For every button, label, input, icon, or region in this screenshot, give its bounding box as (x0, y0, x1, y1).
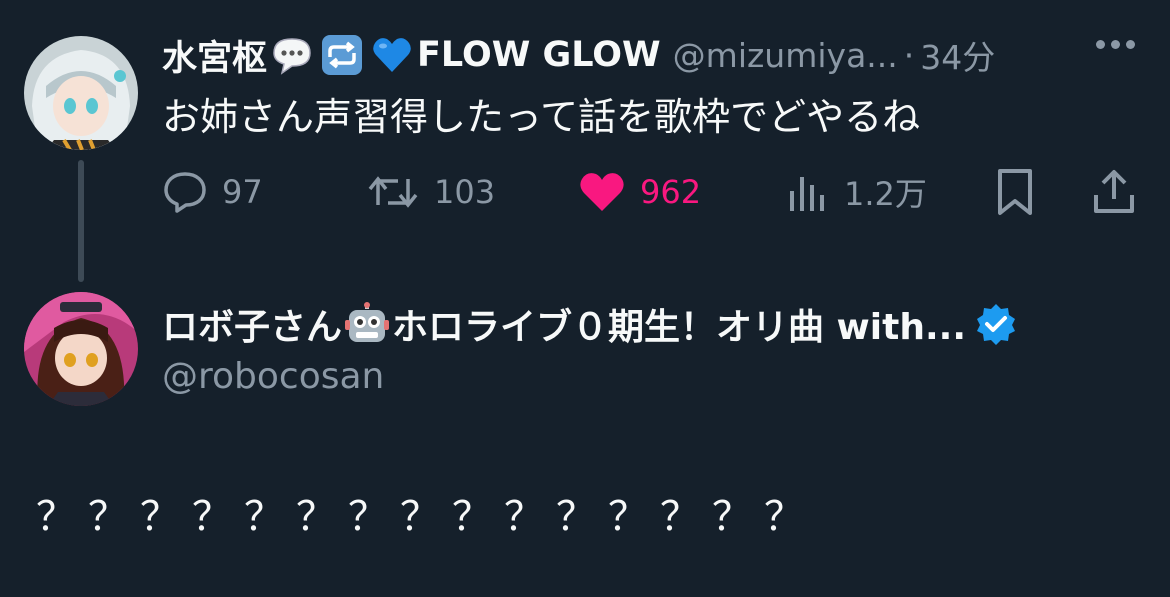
heart-icon (580, 173, 624, 211)
display-name-suffix[interactable]: FLOW GLOW (417, 35, 661, 75)
tweet-text: お姉さん声習得したって話を歌枠でどやるね (162, 95, 921, 139)
reply-icon (164, 172, 206, 213)
speech-bubble-emoji (273, 38, 311, 75)
bookmark-icon (998, 169, 1032, 215)
profile-header: ロボ子さん ホロライブ０期生！オリ曲 with... (162, 296, 1021, 352)
repeat-button-emoji (322, 35, 363, 75)
profile-display-name[interactable]: ロボ子さん (162, 298, 342, 350)
verified-badge-icon (977, 304, 1016, 345)
avatar[interactable] (24, 36, 138, 150)
retweet-icon (368, 176, 418, 208)
blue-heart-emoji (373, 38, 411, 72)
timestamp[interactable]: 34分 (920, 31, 995, 79)
retweet-button[interactable]: 103 (366, 166, 495, 218)
views-button[interactable]: 1.2万 (786, 166, 927, 218)
body-text: ？？？？？？？？？？？？？？？ (36, 494, 816, 540)
profile-handle[interactable]: @robocosan (162, 356, 384, 397)
like-button[interactable]: 962 (578, 166, 701, 218)
separator-dot: · (903, 35, 915, 75)
handle[interactable]: @mizumiya... (673, 36, 898, 75)
more-options-icon[interactable] (1096, 40, 1135, 49)
analytics-icon (790, 177, 824, 211)
bookmark-button[interactable] (994, 166, 1036, 218)
tweet-header: 水宮枢 FLOW GLOW @mizumiya... · 34分 (162, 30, 995, 80)
reply-button[interactable]: 97 (162, 166, 263, 218)
profile-name-suffix[interactable]: ホロライブ０期生！オリ曲 with... (392, 298, 966, 350)
like-count: 962 (640, 173, 702, 211)
display-name[interactable]: 水宮枢 (162, 30, 267, 81)
share-button[interactable] (1090, 166, 1138, 218)
view-count: 1.2万 (844, 175, 927, 213)
reply-count: 97 (222, 173, 263, 211)
robot-emoji (345, 302, 390, 342)
thread-line (78, 160, 84, 282)
avatar[interactable] (24, 292, 138, 406)
share-icon (1094, 170, 1134, 213)
retweet-count: 103 (434, 173, 496, 211)
